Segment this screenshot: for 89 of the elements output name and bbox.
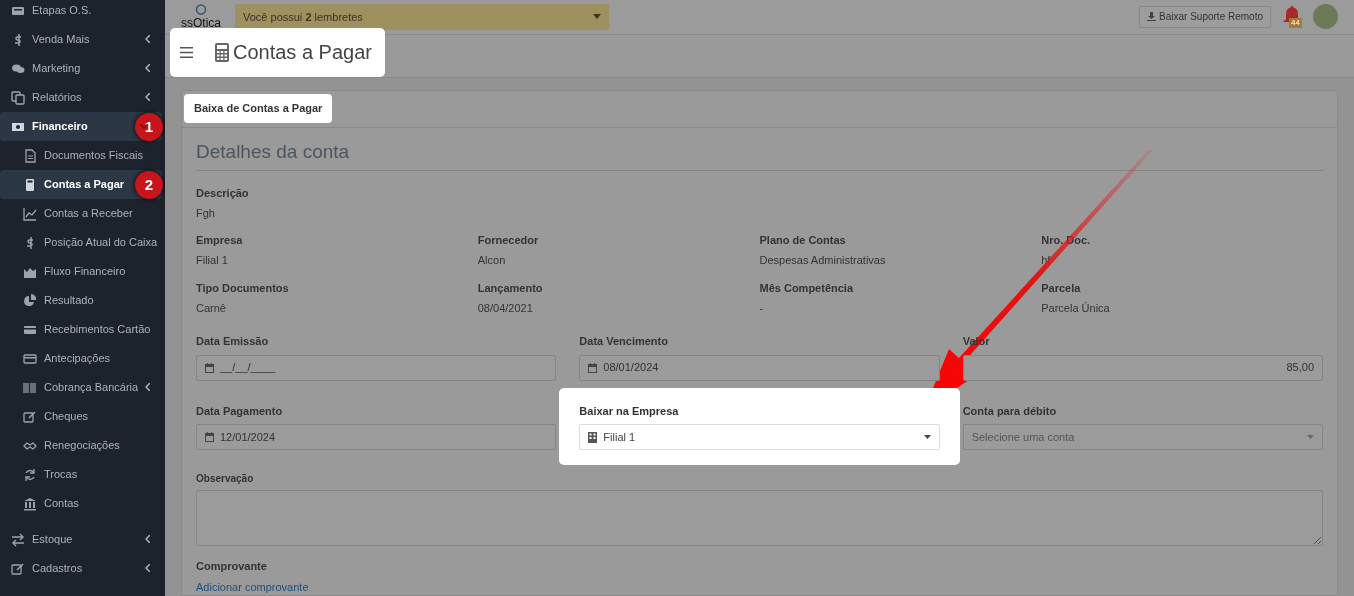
field-label: Data Emissão: [196, 334, 269, 349]
field-label: Observação: [196, 472, 255, 486]
submenu-item[interactable]: Contas a Receber: [0, 199, 162, 228]
submenu-item[interactable]: Documentos Fiscais: [0, 141, 162, 170]
submenu-item[interactable]: Contas a Pagar 2: [0, 170, 162, 199]
step-badge: 2: [135, 171, 163, 199]
field-value: Carnê: [196, 300, 227, 316]
logo-icon: [195, 3, 207, 15]
field-label: Plano de Contas: [759, 233, 847, 248]
reminder-dropdown[interactable]: Você possui 2 lembretes: [235, 3, 609, 30]
field-label: Data Pagamento: [196, 403, 283, 419]
line-chart-icon: [23, 206, 37, 221]
field-value: Fgh: [196, 205, 216, 221]
card-icon: [23, 351, 37, 366]
field-value: Parcela Única: [1041, 300, 1111, 316]
field-label: Mês Competência: [759, 281, 855, 296]
input-field[interactable]: 85,00: [962, 354, 1323, 381]
field-label: Baixar na Empresa: [579, 403, 679, 419]
pie-chart-icon: [23, 293, 37, 308]
building-icon: [588, 431, 598, 443]
field-label: Parcela: [1041, 281, 1082, 296]
submenu-item[interactable]: Renegociações: [0, 431, 162, 460]
sidebar-item[interactable]: Financeiro 1: [0, 112, 162, 141]
submenu-item[interactable]: Recebimentos Cartão: [0, 315, 162, 344]
field-value: 08/04/2021: [477, 300, 534, 316]
submenu-item[interactable]: Contas: [0, 489, 162, 518]
chevron-left-icon: [145, 93, 150, 101]
chevron-left-icon: [145, 64, 150, 72]
field-label: Conta para débito: [962, 403, 1057, 419]
copy-icon: [11, 90, 25, 105]
input-field[interactable]: 12/01/2024: [196, 424, 557, 450]
field-value: Alcon: [477, 252, 507, 268]
caret-icon: [593, 14, 601, 20]
caret-icon: [923, 435, 931, 439]
field-label: Fornecedor: [477, 233, 540, 248]
chevron-left-icon: [145, 383, 150, 391]
chevron-left-icon: [145, 35, 150, 43]
avatar[interactable]: [1313, 4, 1338, 30]
calendar-icon: [205, 432, 214, 442]
sidebar-item[interactable]: Etapas O.S.: [0, 0, 162, 25]
sidebar-item[interactable]: Estoque: [0, 525, 162, 554]
submenu-item[interactable]: Posição Atual do Caixa: [0, 228, 162, 257]
calculator-icon: [23, 177, 37, 192]
edit-icon: [11, 561, 25, 576]
bank-icon: [23, 496, 37, 511]
sidebar-item[interactable]: Venda Mais: [0, 25, 162, 54]
field-value: -: [759, 300, 765, 316]
input-field[interactable]: 08/01/2024: [579, 354, 940, 381]
section-title: Detalhes da conta: [196, 127, 1323, 171]
exchange-icon: [11, 532, 25, 547]
field-label: Empresa: [196, 233, 244, 248]
chevron-left-icon: [145, 535, 150, 543]
field-label: Lançamento: [477, 281, 544, 296]
input-field[interactable]: __/__/____: [196, 354, 557, 381]
menu-icon[interactable]: [180, 46, 193, 58]
chevron-left-icon: [145, 564, 150, 572]
download-icon: [1147, 12, 1157, 22]
submenu-item[interactable]: Cobrança Bancária: [0, 373, 162, 402]
tab[interactable]: Baixa de Contas a Pagar: [184, 94, 333, 123]
submenu-item[interactable]: Resultado: [0, 286, 162, 315]
step-badge: 1: [135, 113, 163, 141]
edit-icon: [23, 409, 37, 424]
submenu-item[interactable]: Cheques: [0, 402, 162, 431]
submenu-item[interactable]: Fluxo Financeiro: [0, 257, 162, 286]
download-support-button[interactable]: Baixar Suporte Remoto: [1139, 5, 1271, 28]
field-label: Tipo Documentos: [196, 281, 290, 296]
calendar-icon: [588, 362, 598, 373]
page-title: Contas a Pagar: [233, 40, 372, 65]
notification-count: 44: [1289, 17, 1302, 28]
calendar-icon: [205, 362, 214, 373]
submenu-item[interactable]: Antecipações: [0, 344, 162, 373]
caret-icon: [1307, 435, 1314, 439]
sidebar-item[interactable]: Marketing: [0, 54, 162, 83]
sidebar-item[interactable]: Cadastros: [0, 554, 162, 583]
field-label: Data Vencimento: [579, 334, 668, 349]
logo: ssOtica: [181, 15, 221, 30]
resize-handle-icon[interactable]: [1314, 537, 1321, 544]
sidebar-item[interactable]: Relatórios: [0, 83, 162, 112]
field-value: Despesas Administrativas: [759, 252, 887, 268]
calculator-icon: [215, 42, 229, 62]
barcode-icon: [23, 380, 37, 395]
submenu-item[interactable]: Trocas: [0, 460, 162, 489]
reminder-text: Você possui 2 lembretes: [243, 9, 363, 25]
document-icon: [23, 148, 37, 163]
field-value: Filial 1: [196, 252, 229, 268]
field-label: Descrição: [196, 186, 250, 201]
refresh-icon: [23, 467, 37, 482]
field-label: Comprovante: [196, 559, 268, 574]
select-field[interactable]: Filial 1: [579, 424, 940, 450]
